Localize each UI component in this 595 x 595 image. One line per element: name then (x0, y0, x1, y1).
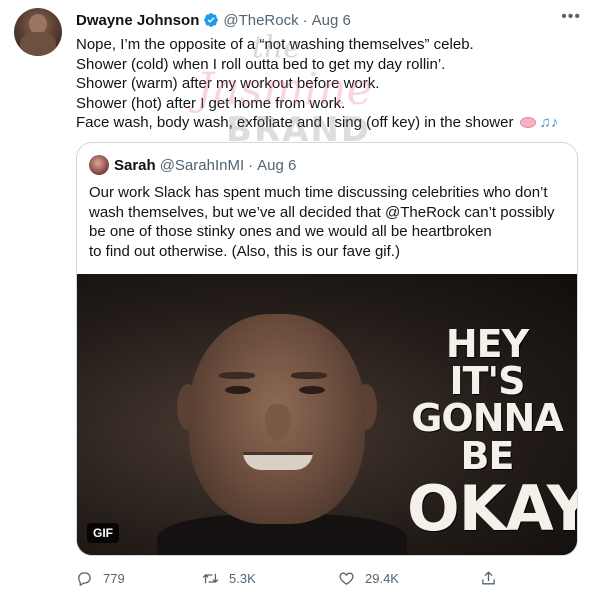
tweet-text-line: Nope, I’m the opposite of a “not washing… (76, 36, 474, 53)
share-icon (482, 570, 495, 584)
soap-emoji-icon (519, 117, 536, 128)
author-handle[interactable]: @TheRock (223, 12, 298, 29)
avatar-head-shape (29, 14, 47, 34)
avatar-body-shape (20, 32, 56, 56)
retweet-button[interactable]: 5.3K (202, 566, 256, 590)
tweet-actions: 779 5.3K 29.4K (76, 566, 516, 590)
gif-brow-shape (219, 372, 255, 379)
like-button[interactable]: 29.4K (338, 566, 399, 590)
gif-caption-line3: OKAY (407, 471, 577, 545)
tweet-text-line: Shower (cold) when I roll outta bed to g… (76, 55, 446, 73)
quoted-author-handle: @SarahInMI (159, 156, 245, 174)
gif-caption: HEY IT'S GONNA BE OKAY (407, 322, 577, 545)
quoted-header-separator: · (248, 156, 254, 174)
quoted-tweet-header: Sarah @SarahInMI · Aug 6 (89, 155, 296, 175)
gif-nose-shape (265, 404, 291, 440)
gif-smile-shape (243, 452, 313, 470)
author-avatar[interactable] (14, 8, 62, 56)
quoted-author-avatar (89, 155, 109, 175)
tweet-text-line: Shower (warm) after my workout before wo… (76, 75, 380, 92)
quoted-text-line: to find out otherwise. (Also, this is ou… (89, 242, 400, 260)
quoted-author-name: Sarah (114, 156, 156, 174)
tweet: Dwayne Johnson @TheRock · Aug 6 ••• Nope… (0, 0, 595, 595)
tweet-text-line: Shower (hot) after I get home from work. (76, 94, 346, 112)
like-count: 29.4K (365, 570, 399, 586)
tweet-text: Nope, I’m the opposite of a “not washing… (76, 35, 581, 133)
reply-icon (78, 571, 91, 586)
author-name[interactable]: Dwayne Johnson (76, 12, 199, 29)
quoted-text-line: Our work Slack has spent much time discu… (89, 184, 548, 201)
verified-badge-icon (204, 13, 219, 27)
retweet-icon (202, 573, 219, 583)
tweet-header: Dwayne Johnson @TheRock · Aug 6 (76, 10, 351, 30)
musical-notes-emoji-icon: ♫♪ (539, 114, 559, 131)
quoted-tweet-time: Aug 6 (257, 156, 297, 174)
gif-caption-line2: GONNA BE (411, 396, 564, 478)
tweet-text-line-last: Face wash, body wash, exfoliate and I si… (76, 113, 581, 133)
gif-brow-shape (291, 372, 327, 379)
quoted-tweet[interactable]: Sarah @SarahInMI · Aug 6 Our work Slack … (76, 142, 578, 556)
reply-button[interactable]: 779 (76, 566, 125, 590)
tweet-time[interactable]: Aug 6 (312, 12, 351, 29)
gif-eye-shape (299, 386, 325, 394)
quoted-text-line: wash themselves, but we’ve all decided t… (89, 203, 555, 221)
gif-badge[interactable]: GIF (87, 523, 119, 543)
gif-media[interactable]: HEY IT'S GONNA BE OKAY GIF (77, 274, 577, 555)
more-horizontal-icon[interactable]: ••• (561, 8, 581, 26)
gif-caption-line1: HEY IT'S (445, 322, 529, 404)
quoted-tweet-text: Our work Slack has spent much time discu… (89, 183, 569, 261)
header-separator: · (302, 11, 308, 29)
retweet-count: 5.3K (229, 570, 256, 586)
like-icon (339, 572, 354, 585)
quoted-text-line: be one of those stinky ones and we would… (89, 223, 492, 240)
gif-eye-shape (225, 386, 251, 394)
tweet-text-line-content: Face wash, body wash, exfoliate and I si… (76, 114, 514, 131)
reply-count: 779 (103, 570, 125, 586)
share-button[interactable] (480, 566, 507, 590)
